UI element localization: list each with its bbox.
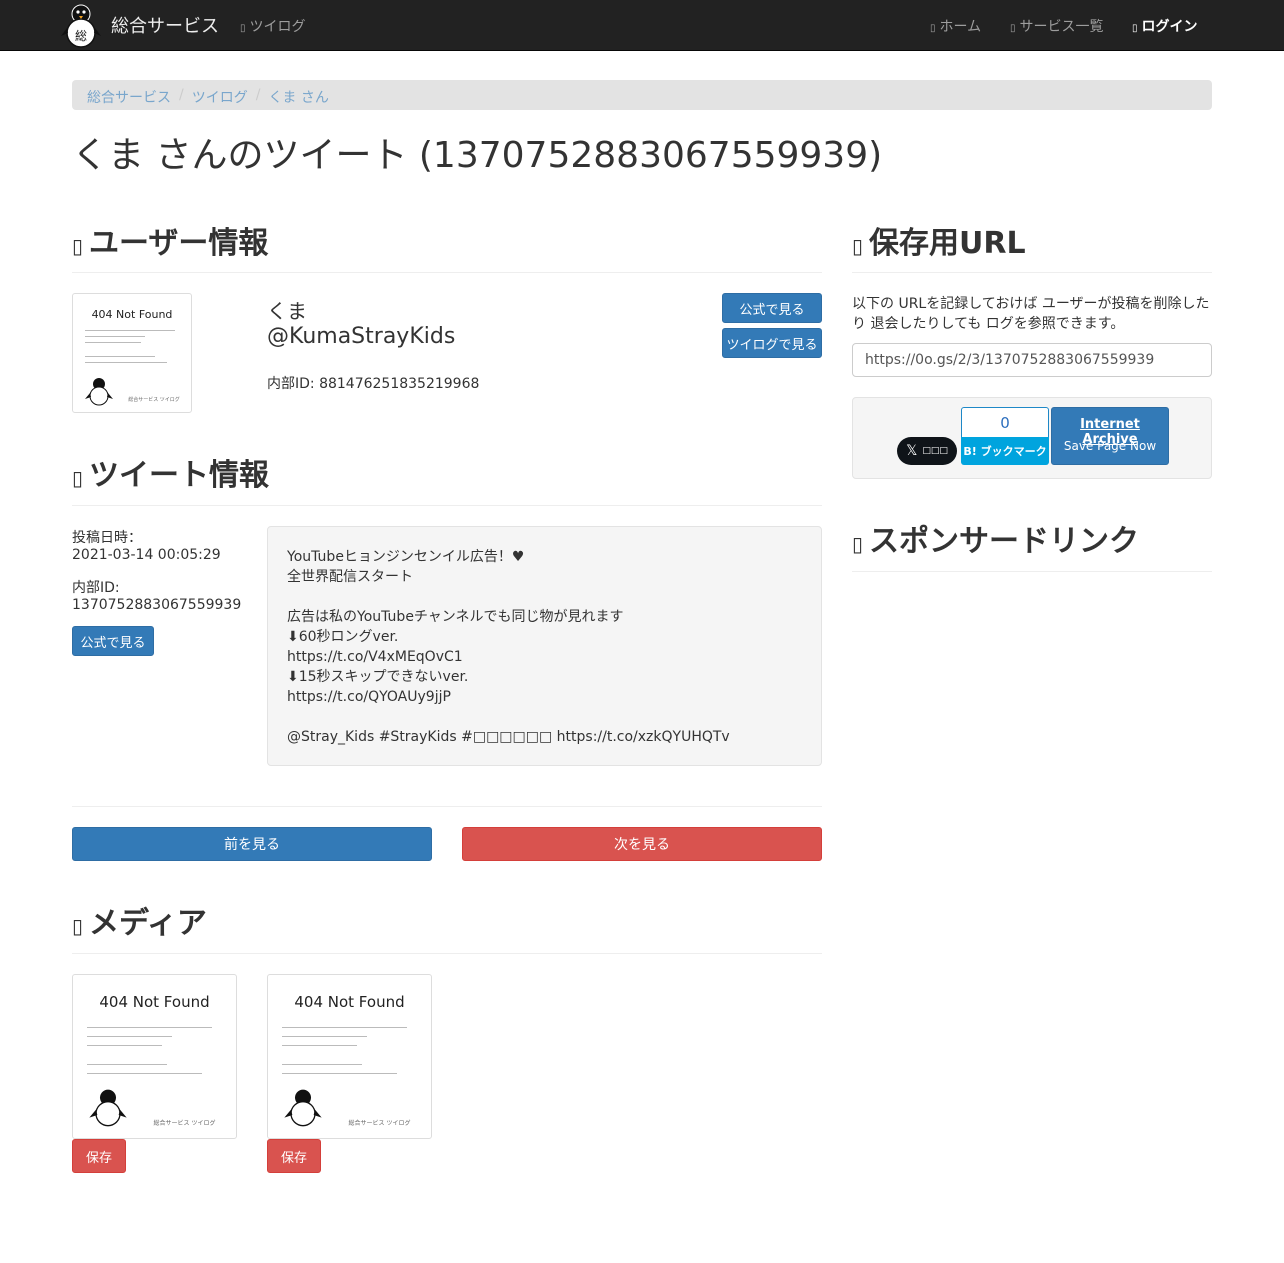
brand-link[interactable]: 総 総合サービス bbox=[60, 0, 219, 50]
nav-login-label: ログイン bbox=[1141, 19, 1198, 35]
divider bbox=[72, 953, 822, 954]
nav-home[interactable]: ▯ ホーム bbox=[930, 16, 981, 36]
placeholder-line bbox=[87, 1027, 212, 1028]
media-heading: ▯ メディア bbox=[72, 898, 207, 942]
brand-name: 総合サービス bbox=[111, 16, 219, 37]
save-url-heading: ▯ 保存用URL bbox=[852, 218, 1026, 262]
save-url-field[interactable] bbox=[852, 343, 1212, 377]
avatar-404-title: 404 Not Found bbox=[91, 308, 173, 321]
placeholder-line bbox=[87, 1036, 172, 1037]
user-internal-id: 内部ID: 881476251835219968 bbox=[267, 376, 480, 392]
x-post-label: □□□ bbox=[922, 446, 948, 456]
nav-services[interactable]: ▯ サービス一覧 bbox=[1010, 16, 1104, 36]
media-image[interactable]: 404 Not Found 総合サービス ツイログ bbox=[267, 974, 432, 1139]
user-display-name: くま bbox=[267, 299, 307, 323]
breadcrumb-separator: / bbox=[255, 87, 261, 103]
list-icon: ▯ bbox=[1010, 23, 1016, 34]
login-icon: ▯ bbox=[1132, 23, 1138, 34]
breadcrumb-item-user[interactable]: くま さん bbox=[268, 87, 328, 106]
media-save-button[interactable]: 保存 bbox=[267, 1139, 321, 1173]
internet-archive-button[interactable]: Internet Archive Save Page Now bbox=[1051, 407, 1169, 465]
breadcrumb-separator: / bbox=[179, 87, 184, 103]
placeholder-line bbox=[282, 1045, 357, 1046]
x-post-button[interactable]: 𝕏 □□□ bbox=[897, 437, 957, 465]
divider bbox=[72, 505, 822, 506]
placeholder-line bbox=[282, 1064, 362, 1065]
media-404-footer: 総合サービス ツイログ bbox=[348, 1120, 411, 1127]
placeholder-line bbox=[87, 1064, 167, 1065]
tweet-id-label: 内部ID: bbox=[72, 580, 120, 596]
divider bbox=[72, 272, 822, 273]
user-info-heading: ▯ ユーザー情報 bbox=[72, 218, 268, 262]
placeholder-line bbox=[85, 362, 167, 363]
svg-text:総: 総 bbox=[75, 29, 87, 43]
user-avatar: 404 Not Found 総合サービス ツイログ bbox=[72, 293, 192, 413]
breadcrumb-item-home[interactable]: 総合サービス bbox=[87, 87, 171, 106]
placeholder-line bbox=[282, 1027, 407, 1028]
media-404-title: 404 Not Found bbox=[294, 993, 405, 1011]
hatena-count[interactable]: 0 bbox=[961, 407, 1049, 438]
thumbs-up-icon: ▯ bbox=[852, 532, 864, 556]
placeholder-line bbox=[85, 356, 155, 357]
ia-subtitle: Save Page Now bbox=[1063, 439, 1157, 453]
nav-login[interactable]: ▯ ログイン bbox=[1132, 16, 1198, 36]
nav-home-label: ホーム bbox=[939, 19, 982, 35]
save-url-heading-text: 保存用URL bbox=[869, 226, 1026, 261]
link-icon: ▯ bbox=[852, 234, 864, 258]
media-404-title: 404 Not Found bbox=[99, 993, 210, 1011]
x-logo-icon: 𝕏 bbox=[906, 443, 918, 459]
breadcrumb-item-tweilog[interactable]: ツイログ bbox=[192, 87, 248, 106]
hatena-bookmark-widget[interactable]: 0 B! ブックマーク bbox=[961, 407, 1049, 465]
glyph-icon: ▯ bbox=[240, 23, 246, 34]
nav-services-label: サービス一覧 bbox=[1019, 19, 1104, 35]
placeholder-line bbox=[85, 330, 175, 331]
media-heading-text: メディア bbox=[89, 906, 207, 941]
tweet-info-heading-text: ツイート情報 bbox=[89, 458, 270, 493]
picture-icon: ▯ bbox=[72, 914, 84, 938]
navbar: 総 総合サービス ▯ ツイログ ▯ ホーム ▯ サービス一覧 ▯ ログイン bbox=[0, 0, 1284, 51]
sponsor-heading-text: スポンサードリンク bbox=[869, 524, 1140, 559]
posted-label: 投稿日時： bbox=[72, 530, 142, 546]
penguin-logo-icon: 総 bbox=[60, 2, 102, 48]
tweet-id-value: 1370752883067559939 bbox=[72, 597, 242, 613]
tweet-info-heading: ▯ ツイート情報 bbox=[72, 450, 269, 494]
save-url-description: 以下の URLを記録しておけば ユーザーが投稿を削除したり 退会したりしても ロ… bbox=[852, 296, 1210, 332]
placeholder-line bbox=[282, 1073, 397, 1074]
sponsor-heading: ▯ スポンサードリンク bbox=[852, 516, 1139, 560]
media-image[interactable]: 404 Not Found 総合サービス ツイログ bbox=[72, 974, 237, 1139]
media-404-footer: 総合サービス ツイログ bbox=[153, 1120, 216, 1127]
hatena-bookmark-button[interactable]: B! ブックマーク bbox=[961, 437, 1049, 465]
comment-icon: ▯ bbox=[72, 466, 84, 490]
divider bbox=[852, 571, 1212, 572]
user-handle: @KumaStrayKids bbox=[267, 324, 456, 349]
nav-tweilog[interactable]: ▯ ツイログ bbox=[240, 16, 306, 36]
tweet-body: YouTubeヒョンジンセンイル広告！♥ 全世界配信スタート 広告は私のYouT… bbox=[267, 526, 822, 766]
placeholder-line bbox=[282, 1036, 367, 1037]
divider bbox=[72, 806, 822, 807]
home-icon: ▯ bbox=[930, 23, 936, 34]
share-panel: 𝕏 □□□ 0 B! ブックマーク Internet Archive Save … bbox=[852, 397, 1212, 479]
nav-tweilog-label: ツイログ bbox=[249, 19, 306, 35]
divider bbox=[852, 272, 1212, 273]
prev-tweet-button[interactable]: 前を見る bbox=[72, 827, 432, 861]
user-view-tweilog-button[interactable]: ツイログで見る bbox=[722, 328, 822, 358]
placeholder-line bbox=[85, 336, 145, 337]
placeholder-line bbox=[87, 1073, 202, 1074]
placeholder-line bbox=[87, 1045, 162, 1046]
posted-value: 2021-03-14 00:05:29 bbox=[72, 547, 221, 563]
page-title: くま さんのツイート (1370752883067559939) bbox=[72, 135, 883, 176]
media-save-button[interactable]: 保存 bbox=[72, 1139, 126, 1173]
user-view-official-button[interactable]: 公式で見る bbox=[722, 293, 822, 323]
user-icon: ▯ bbox=[72, 234, 84, 258]
avatar-404-footer: 総合サービス ツイログ bbox=[128, 397, 180, 403]
tweet-view-official-button[interactable]: 公式で見る bbox=[72, 626, 154, 656]
user-info-heading-text: ユーザー情報 bbox=[89, 226, 269, 261]
placeholder-line bbox=[85, 342, 141, 343]
breadcrumb: 総合サービス / ツイログ / くま さん bbox=[72, 80, 1212, 110]
next-tweet-button[interactable]: 次を見る bbox=[462, 827, 822, 861]
